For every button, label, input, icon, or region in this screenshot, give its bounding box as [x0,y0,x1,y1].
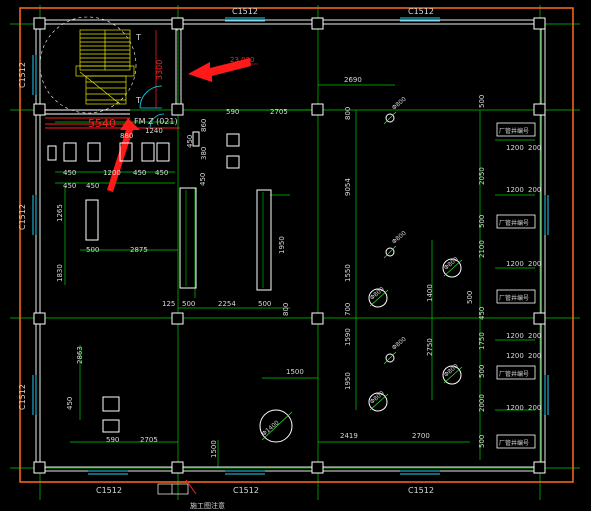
dim-text: 1950 [344,372,352,390]
dim-text: 500 [182,300,195,308]
bottom-note: 施工图注意 [190,501,225,510]
dim-text: 1200 [506,260,524,268]
dim-text: 500 [478,215,486,228]
circle-tag: Φ800 [391,230,408,246]
dim-text: 125 [162,300,175,308]
dim-text: 500 [86,246,99,254]
dim-text: 700 [344,303,352,316]
dim-text: 200 [528,352,541,360]
dim-text: 2705 [270,108,288,116]
window-label-bottom-mid: C1512 [233,486,259,495]
dim-text: 500 [478,95,486,108]
dim-text: 2050 [478,167,486,185]
dim-text: 2419 [340,432,358,440]
left-equipment [47,131,272,433]
dim-text: 2000 [478,394,486,412]
bottom-entrance: 施工图注意 [157,479,225,510]
dim-text: 1950 [278,236,286,254]
dim-text: 500 [466,291,474,304]
dim-text: 1200 [506,144,524,152]
dim-text: 800 [344,107,352,120]
equipment-label: 厂管井编号 [499,370,529,378]
dim-text: 450 [63,182,76,190]
stair-tag-upper: T [135,33,141,42]
red-dimension-label: 5540 [88,117,116,130]
dim-text: 880 [120,132,133,140]
right-equipment: 厂管井编号 厂管井编号 厂管井编号 厂管井编号 厂管井编号 [496,122,536,449]
circle-tag: Φ800 [391,336,408,352]
dim-text: 200 [528,144,541,152]
stair-dim-vertical: 3300 [155,60,164,80]
equipment-label: 厂管井编号 [499,127,529,135]
dim-text: 450 [199,173,207,186]
dim-text: 200 [528,186,541,194]
dim-text: 450 [155,169,168,177]
window-label-bottom-left: C1512 [96,486,122,495]
window-label-left-upper: C1512 [18,62,27,88]
dim-text: 450 [133,169,146,177]
window-label-left-mid: C1512 [18,204,27,230]
dim-text: 1830 [56,264,64,282]
dim-text: 2705 [140,436,158,444]
dim-text: 450 [63,169,76,177]
columns [33,17,546,474]
dim-text: 500 [258,300,271,308]
circle-tag: Φ1400 [261,419,281,437]
dim-text: 2254 [218,300,236,308]
dim-text: 1265 [56,204,64,222]
dim-text: 450 [186,135,194,148]
dim-text: 2863 [76,346,84,364]
dim-text: 2700 [412,432,430,440]
dim-text: 860 [200,119,208,132]
equipment-label: 厂管井编号 [499,294,529,302]
staircase: T T 3300 [39,16,164,114]
floor-plan-svg: C1512 C1512 C1512 C1512 C1512 C1512 C151… [10,5,580,510]
dim-text: 450 [478,307,486,320]
dim-text: 1400 [426,284,434,302]
dim-text: 9054 [344,178,352,196]
dim-text: 2750 [426,338,434,356]
window-label-left-lower: C1512 [18,384,27,410]
dim-text: 450 [86,182,99,190]
windows [32,17,549,475]
window-label-top-right: C1512 [408,7,434,16]
dim-text: 1750 [478,332,486,350]
door-label: FM Z (021) [134,117,178,126]
dim-text: 1550 [344,264,352,282]
window-label-top-left: C1512 [232,7,258,16]
dim-text: 200 [528,260,541,268]
dim-text: 590 [106,436,119,444]
dim-1240: 1240 [145,127,163,135]
dim-text: 1200 [103,169,121,177]
dim-text: 450 [66,397,74,410]
dim-text: 200 [528,404,541,412]
dim-text: 200 [528,332,541,340]
dim-text: 1200 [506,404,524,412]
equipment-label: 厂管井编号 [499,219,529,227]
dim-text: 800 [282,303,290,316]
dim-text: 1500 [210,440,218,458]
window-label-bottom-right: C1512 [408,486,434,495]
dim-text: 1200 [506,332,524,340]
dim-text: 1500 [286,368,304,376]
dim-text: 1590 [344,328,352,346]
dim-text: 2690 [344,76,362,84]
dim-text: 500 [478,365,486,378]
dim-text: 2100 [478,240,486,258]
dim-text: 590 [226,108,239,116]
dim-text: 380 [200,147,208,160]
dim-text: 1200 [506,186,524,194]
dim-text: 2875 [130,246,148,254]
cad-drawing-viewport: C1512 C1512 C1512 C1512 C1512 C1512 C151… [0,0,591,511]
equipment-label: 厂管井编号 [499,439,529,447]
dim-text: 500 [478,435,486,448]
dim-text: 1200 [506,352,524,360]
circle-tag: Φ800 [391,96,408,112]
